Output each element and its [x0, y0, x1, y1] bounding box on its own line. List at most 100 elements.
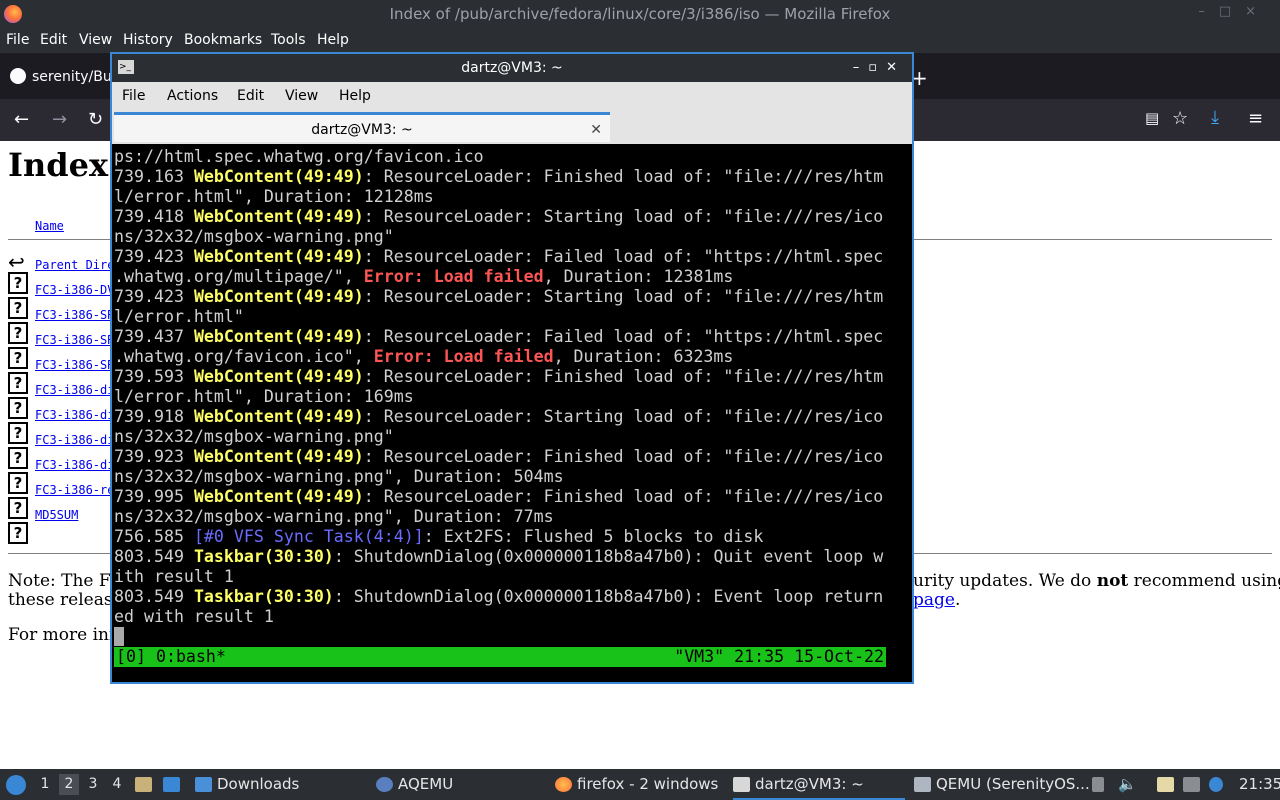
- tab-github[interactable]: serenity/Bui: [4, 60, 112, 94]
- terminal-tab[interactable]: dartz@VM3: ~ ✕: [114, 112, 610, 142]
- log-line: 756.585 [#0 VFS Sync Task(4:4)]: Ext2FS:…: [114, 527, 764, 546]
- tray-battery-icon[interactable]: [1092, 769, 1109, 800]
- desktop-2[interactable]: 2: [59, 774, 79, 795]
- unknown-file-icon: ?: [8, 397, 28, 419]
- column-name-link[interactable]: Name: [35, 219, 64, 233]
- folder-icon: [195, 777, 212, 792]
- file-link[interactable]: MD5SUM: [35, 508, 78, 522]
- window-title: Index of /pub/archive/fedora/linux/core/…: [389, 5, 891, 23]
- taskbar: 1 2 3 4 Downloads AQEMU firefox - 2 wind…: [0, 769, 1280, 800]
- terminal-menu-file[interactable]: File: [122, 88, 145, 104]
- github-icon: [10, 68, 26, 84]
- menu-history[interactable]: History: [123, 32, 173, 48]
- log-line: ps://html.spec.whatwg.org/favicon.ico: [114, 147, 484, 166]
- unknown-file-icon: ?: [8, 322, 28, 344]
- show-desktop-icon[interactable]: [163, 769, 185, 800]
- menu-edit[interactable]: Edit: [40, 32, 67, 48]
- desktop-4[interactable]: 4: [107, 774, 127, 795]
- menu-view[interactable]: View: [79, 32, 112, 48]
- file-link[interactable]: FC3-i386-SR: [35, 333, 114, 347]
- volume-icon[interactable]: 🔈: [1118, 769, 1137, 800]
- parent-directory-link[interactable]: Parent Direc: [35, 258, 122, 272]
- menu-tools[interactable]: Tools: [271, 32, 306, 48]
- terminal-icon: [733, 777, 750, 792]
- tmux-window-list: [0] 0:bash*: [116, 647, 226, 666]
- log-line: 739.423 WebContent(49:49): ResourceLoade…: [114, 287, 884, 306]
- terminal-menu-actions[interactable]: Actions: [167, 88, 218, 104]
- terminal-output[interactable]: ps://html.spec.whatwg.org/favicon.ico 73…: [114, 147, 910, 667]
- log-line: 739.163 WebContent(49:49): ResourceLoade…: [114, 167, 884, 186]
- unknown-file-icon: ?: [8, 297, 28, 319]
- firefox-menubar: File Edit View History Bookmarks Tools H…: [0, 29, 1280, 53]
- reload-icon[interactable]: ↻: [88, 109, 103, 130]
- log-line: ns/32x32/msgbox-warning.png", Duration: …: [114, 507, 554, 526]
- tmux-host-clock: "VM3" 21:35 15-Oct-22: [674, 647, 884, 666]
- terminal-menu-help[interactable]: Help: [339, 88, 371, 104]
- taskbar-item-downloads[interactable]: Downloads: [195, 769, 299, 800]
- qemu-icon: [914, 777, 931, 792]
- taskbar-item-aqemu[interactable]: AQEMU: [376, 769, 453, 800]
- unknown-file-icon: ?: [8, 447, 28, 469]
- network-icon[interactable]: [1183, 769, 1205, 800]
- terminal-tab-label: dartz@VM3: ~: [311, 122, 413, 138]
- log-line: l/error.html", Duration: 12128ms: [114, 187, 434, 206]
- window-controls[interactable]: –□×: [1198, 4, 1270, 19]
- notification-icon[interactable]: [1209, 769, 1228, 800]
- menu-help[interactable]: Help: [317, 32, 349, 48]
- log-line: 739.437 WebContent(49:49): ResourceLoade…: [114, 327, 884, 346]
- file-manager-launcher-icon[interactable]: [135, 769, 157, 800]
- file-link[interactable]: FC3-i386-di: [35, 408, 114, 422]
- log-line: ith result 1: [114, 567, 234, 586]
- log-line: 739.418 WebContent(49:49): ResourceLoade…: [114, 207, 884, 226]
- note-text: these release: [8, 590, 123, 610]
- hamburger-menu-icon[interactable]: ≡: [1248, 108, 1263, 129]
- downloads-icon[interactable]: ⤓: [1211, 107, 1219, 128]
- unknown-file-icon: ?: [8, 372, 28, 394]
- terminal-menu-view[interactable]: View: [285, 88, 318, 104]
- clipboard-icon[interactable]: [1157, 769, 1179, 800]
- taskbar-item-firefox[interactable]: firefox - 2 windows: [555, 769, 718, 800]
- forward-icon[interactable]: →: [52, 109, 67, 130]
- taskbar-item-qemu[interactable]: QEMU (SerenityOS...: [914, 769, 1090, 800]
- file-link[interactable]: FC3-i386-di: [35, 433, 114, 447]
- file-link[interactable]: FC3-i386-SR: [35, 358, 114, 372]
- terminal-window[interactable]: >_ dartz@VM3: ~ –▫✕ File Actions Edit Vi…: [110, 52, 914, 684]
- unknown-file-icon: ?: [8, 422, 28, 444]
- clock[interactable]: 21:35: [1239, 769, 1280, 800]
- file-link[interactable]: FC3-i386-SR: [35, 308, 114, 322]
- close-tab-icon[interactable]: ✕: [590, 115, 602, 145]
- desktop-3[interactable]: 3: [83, 774, 103, 795]
- file-link[interactable]: FC3-i386-DV: [35, 283, 114, 297]
- log-line: l/error.html", Duration: 169ms: [114, 387, 414, 406]
- terminal-menubar: File Actions Edit View Help: [112, 82, 912, 110]
- bookmark-star-icon[interactable]: ☆: [1172, 108, 1188, 129]
- note-text: page.: [913, 590, 961, 610]
- log-line: 739.995 WebContent(49:49): ResourceLoade…: [114, 487, 884, 506]
- firefox-icon: [555, 777, 572, 792]
- start-menu-icon[interactable]: [6, 769, 26, 800]
- terminal-titlebar[interactable]: >_ dartz@VM3: ~ –▫✕: [112, 54, 912, 82]
- tmux-status-bar: [0] 0:bash* "VM3" 21:35 15-Oct-22: [114, 647, 886, 667]
- terminal-cursor: [114, 627, 124, 646]
- terminal-window-controls[interactable]: –▫✕: [853, 54, 906, 82]
- menu-bookmarks[interactable]: Bookmarks: [184, 32, 262, 48]
- reader-view-icon[interactable]: ▤: [1145, 109, 1159, 127]
- taskbar-item-terminal[interactable]: dartz@VM3: ~: [733, 769, 905, 800]
- menu-file[interactable]: File: [6, 32, 29, 48]
- log-line: 803.549 Taskbar(30:30): ShutdownDialog(0…: [114, 587, 884, 606]
- terminal-icon: >_: [118, 60, 134, 74]
- file-link[interactable]: FC3-i386-re: [35, 483, 114, 497]
- file-link[interactable]: FC3-i386-di: [35, 383, 114, 397]
- unknown-file-icon: ?: [8, 472, 28, 494]
- terminal-title: dartz@VM3: ~: [461, 60, 563, 76]
- desktop-1[interactable]: 1: [35, 774, 55, 795]
- file-link[interactable]: FC3-i386-di: [35, 458, 114, 472]
- back-icon[interactable]: ←: [14, 109, 29, 130]
- info-page-link[interactable]: page: [913, 590, 955, 610]
- terminal-menu-edit[interactable]: Edit: [237, 88, 264, 104]
- log-line: ns/32x32/msgbox-warning.png": [114, 227, 394, 246]
- log-line: 739.423 WebContent(49:49): ResourceLoade…: [114, 247, 884, 266]
- note-text: Note: The Fe: [8, 571, 120, 591]
- unknown-file-icon: ?: [8, 347, 28, 369]
- tab-label: serenity/Bui: [32, 69, 112, 85]
